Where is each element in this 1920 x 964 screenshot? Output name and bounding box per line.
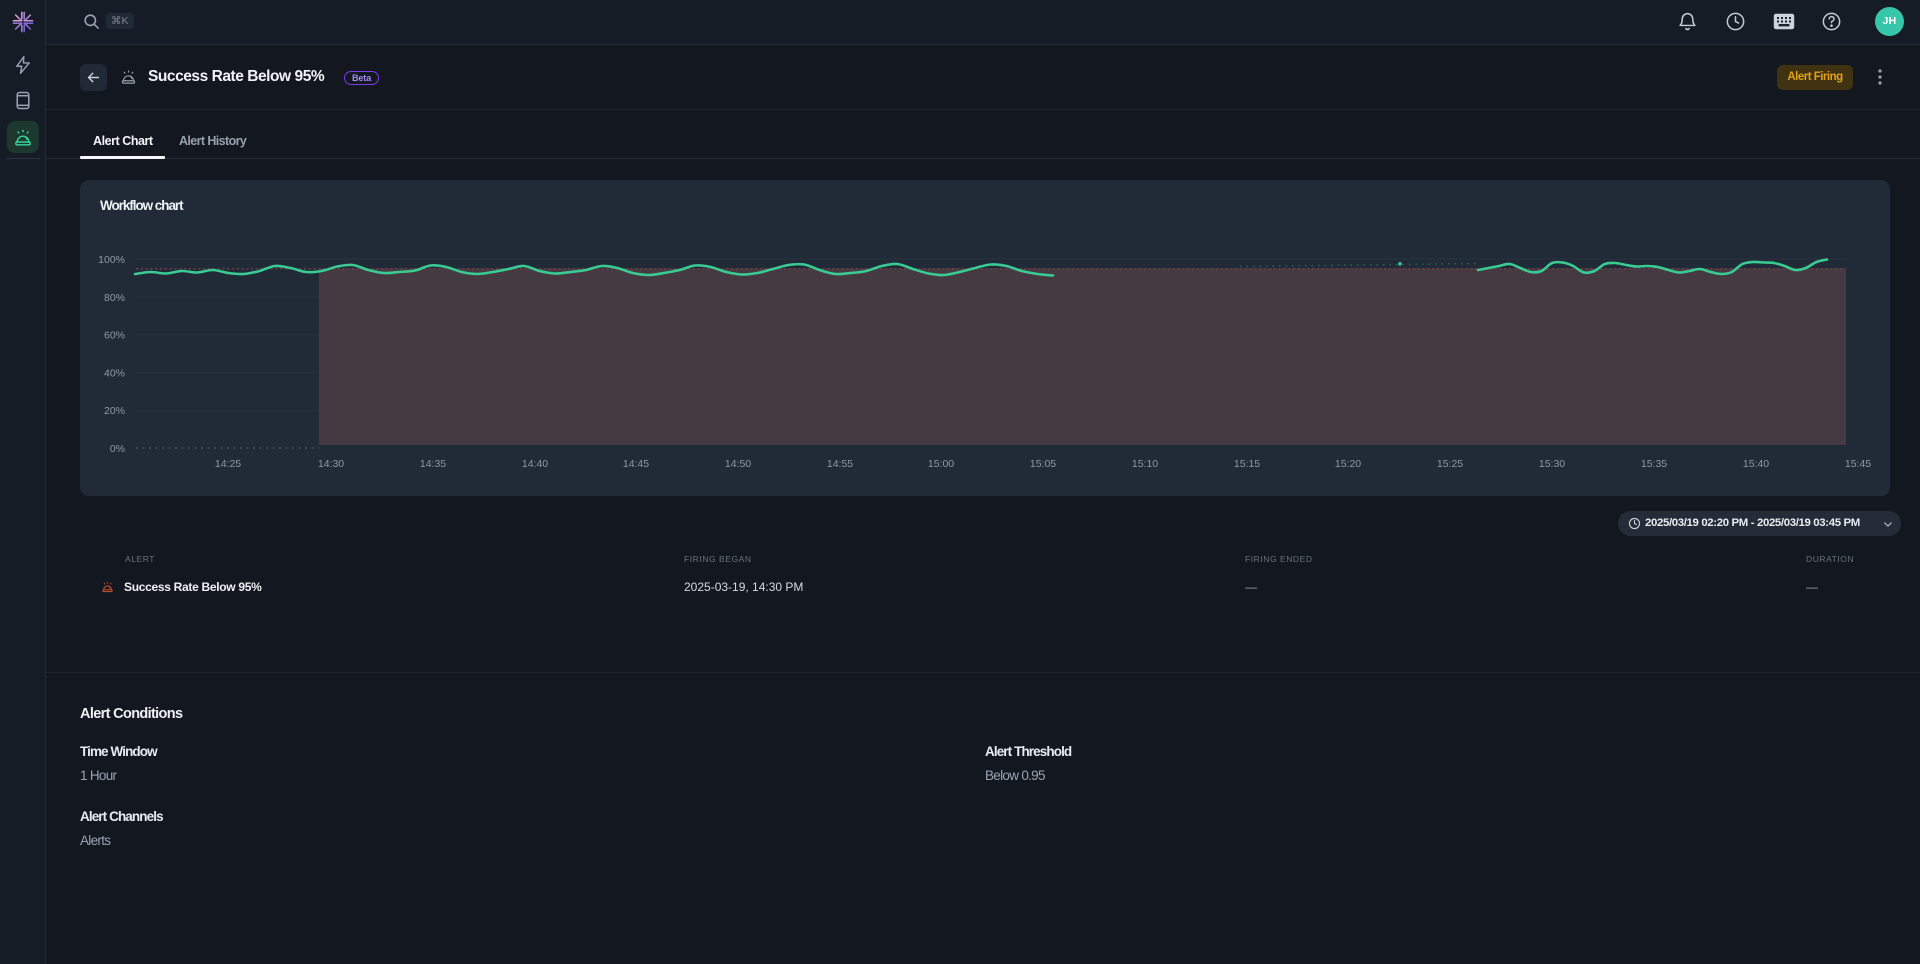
svg-text:15:10: 15:10 (1132, 458, 1158, 470)
svg-text:40%: 40% (104, 367, 125, 379)
svg-text:20%: 20% (104, 405, 125, 417)
svg-text:14:35: 14:35 (420, 458, 446, 470)
svg-text:14:40: 14:40 (522, 458, 548, 470)
svg-text:14:30: 14:30 (318, 458, 344, 470)
svg-text:14:25: 14:25 (215, 458, 241, 470)
svg-text:15:20: 15:20 (1335, 458, 1361, 470)
svg-text:14:50: 14:50 (725, 458, 751, 470)
svg-text:15:25: 15:25 (1437, 458, 1463, 470)
svg-text:15:45: 15:45 (1845, 458, 1871, 470)
svg-text:15:30: 15:30 (1539, 458, 1565, 470)
svg-text:100%: 100% (98, 254, 125, 266)
svg-text:15:15: 15:15 (1234, 458, 1260, 470)
svg-text:15:00: 15:00 (928, 458, 954, 470)
svg-text:15:35: 15:35 (1641, 458, 1667, 470)
svg-text:15:40: 15:40 (1743, 458, 1769, 470)
svg-text:15:05: 15:05 (1030, 458, 1056, 470)
svg-text:14:55: 14:55 (827, 458, 853, 470)
svg-text:80%: 80% (104, 292, 125, 304)
svg-text:60%: 60% (104, 330, 125, 342)
svg-text:14:45: 14:45 (623, 458, 649, 470)
svg-text:0%: 0% (110, 443, 125, 455)
